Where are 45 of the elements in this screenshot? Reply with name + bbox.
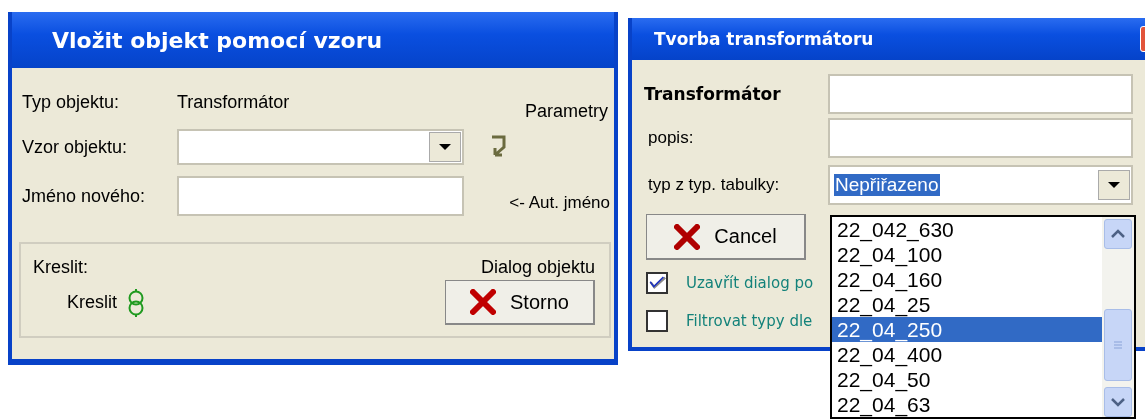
list-item[interactable]: 22_04_63 — [832, 392, 1102, 417]
window-title: Vložit objekt pomocí vzoru — [52, 27, 383, 53]
parameters-label: Parametry — [524, 101, 609, 122]
checkbox-label: Uzavřít dialog po — [686, 274, 814, 292]
caret-icon — [1107, 181, 1121, 189]
checkbox-label: Filtrovat typy dle — [686, 312, 813, 330]
auto-name-link[interactable]: <- Aut. jméno — [509, 193, 614, 213]
check-icon — [649, 276, 667, 290]
field-label: Transformátor — [644, 84, 782, 104]
name-input[interactable] — [828, 74, 1133, 114]
cross-icon — [674, 223, 701, 250]
cross-icon — [470, 289, 497, 315]
caret-icon — [438, 143, 452, 151]
pattern-dropdown[interactable] — [177, 129, 464, 165]
scroll-down-button[interactable] — [1104, 387, 1132, 417]
cancel-button[interactable]: Storno — [445, 280, 595, 325]
checkbox[interactable] — [646, 310, 668, 332]
scroll-up-button[interactable] — [1104, 219, 1132, 249]
field-label: Typ objektu: — [22, 91, 121, 113]
name-input[interactable] — [177, 176, 464, 216]
list-item[interactable]: 22_04_50 — [832, 367, 1102, 392]
list-item[interactable]: 22_042_630 — [832, 217, 1102, 242]
field-label: Jméno nového: — [22, 185, 147, 207]
group-label: Kreslit: — [33, 257, 88, 278]
window-title: Tvorba transformátoru — [654, 29, 874, 49]
transformer-icon[interactable] — [127, 287, 145, 318]
scrollbar[interactable] — [1102, 217, 1134, 417]
list-item[interactable]: 22_04_250 — [832, 317, 1102, 342]
list-item[interactable]: 22_04_25 — [832, 292, 1102, 317]
object-type-value: Transformátor — [177, 91, 291, 113]
description-input[interactable] — [828, 118, 1133, 158]
field-label: Vzor objektu: — [22, 136, 129, 158]
cancel-button[interactable]: Cancel — [646, 214, 806, 260]
draw-label: Kreslit — [67, 292, 117, 313]
chevron-up-icon — [1110, 229, 1126, 239]
list-item[interactable]: 22_04_400 — [832, 342, 1102, 367]
dialog-label: Dialog objektu — [480, 257, 595, 278]
list-item[interactable]: 22_04_100 — [832, 242, 1102, 267]
scroll-thumb[interactable] — [1104, 309, 1132, 381]
field-label: popis: — [647, 128, 695, 148]
checkbox[interactable] — [646, 272, 668, 294]
list-item[interactable]: 22_04_160 — [832, 267, 1102, 292]
field-label: typ z typ. tabulky: — [647, 175, 781, 195]
chevron-down-icon — [1110, 397, 1126, 407]
type-dropdown[interactable]: Nepřiřazeno — [828, 165, 1133, 205]
